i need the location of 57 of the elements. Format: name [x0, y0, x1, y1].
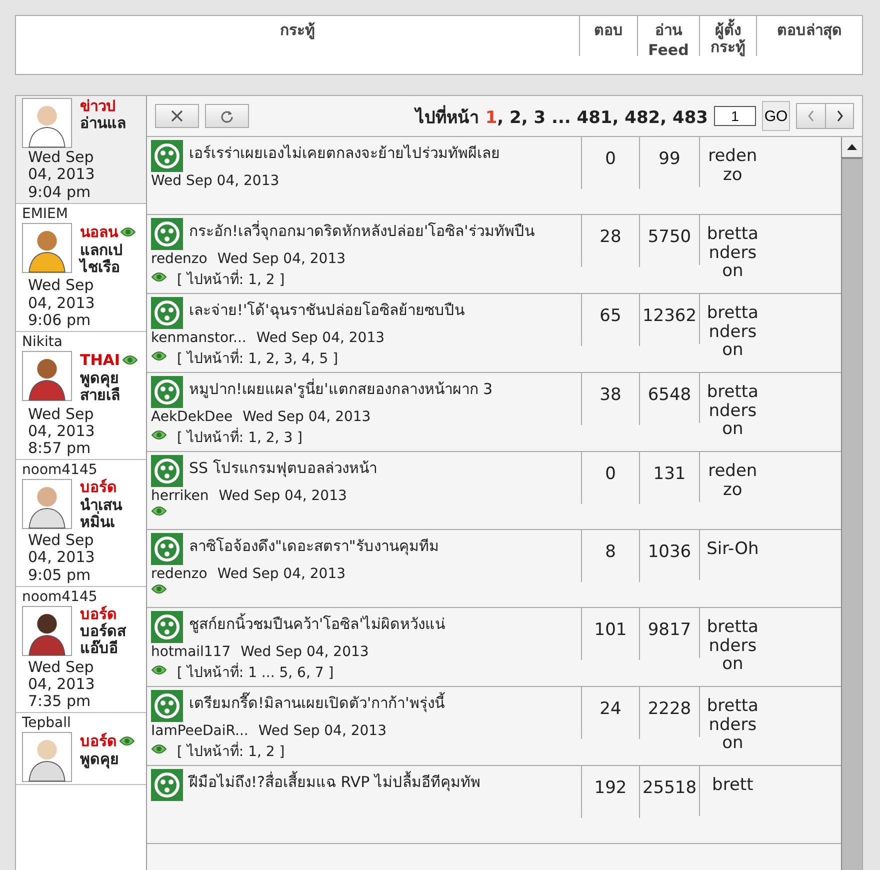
username: noom4145	[22, 588, 98, 606]
reply-count: 101	[581, 608, 639, 660]
read-count: 5750	[639, 215, 699, 267]
topic-date: Wed Sep 04, 2013	[217, 566, 346, 582]
forum-description: แลกเป	[80, 242, 124, 259]
topic-author: redenzo	[151, 251, 208, 267]
topic-author: herriken	[151, 488, 209, 504]
topic-author: kenmanstor...	[151, 330, 246, 346]
username: Tepball	[22, 715, 71, 732]
topic-author: IamPeeDaiR...	[151, 723, 248, 739]
forum-description: พูดคุย	[80, 370, 119, 388]
reply-count: 0	[581, 452, 639, 504]
read-count: 9817	[639, 608, 699, 660]
read-count: 99	[639, 137, 699, 189]
topic-date: Wed Sep 04, 2013	[240, 644, 369, 660]
forum-description: บอร์ดส	[80, 623, 126, 640]
post-date: Wed Sep 04, 2013 8:57 pm	[28, 406, 95, 458]
reply-count: 8	[581, 530, 639, 582]
post-date: Wed Sep 04, 2013 9:04 pm	[28, 149, 95, 201]
column-header: ตอบล่าสุด	[777, 22, 842, 40]
forum-description: ไชเรือ	[80, 259, 121, 276]
forum-description: แอ๊บอี	[80, 640, 119, 658]
forum-description: สายเลื	[80, 387, 121, 404]
post-date: Wed Sep 04, 2013 9:06 pm	[28, 277, 95, 329]
reply-count: 24	[581, 687, 639, 739]
topic-date: Wed Sep 04, 2013	[256, 330, 385, 346]
forum-description: หมิ่นเ	[80, 514, 116, 531]
username: Nikita	[22, 334, 62, 351]
reply-count: 65	[581, 294, 639, 346]
reply-count: 0	[581, 137, 639, 189]
reply-count: 38	[581, 373, 639, 425]
forum-description: พูดคุย	[80, 751, 120, 768]
pager-label: ไปที่หน้า	[415, 102, 486, 130]
topic-date: Wed Sep 04, 2013	[242, 409, 371, 425]
read-count: 12362	[639, 294, 699, 346]
topic-date: Wed Sep 04, 2013	[258, 723, 386, 739]
read-count: 2228	[639, 687, 699, 739]
topic-author: hotmail117	[151, 644, 231, 660]
read-count: 131	[639, 452, 699, 504]
read-count: 6548	[639, 373, 699, 425]
read-count: 25518	[639, 766, 699, 818]
forum-description: อ่านแล	[80, 115, 126, 132]
post-date: Wed Sep 04, 2013 7:35 pm	[28, 658, 95, 710]
column-header: อ่าน	[655, 22, 682, 40]
username: EMIEM	[22, 206, 68, 223]
column-header: ตอบ	[594, 22, 623, 40]
topic-date: Wed Sep 04, 2013	[218, 488, 347, 504]
reply-count: 192	[581, 766, 639, 818]
topic-author: redenzo	[151, 566, 208, 582]
topic-date: Wed Sep 04, 2013	[151, 173, 280, 189]
read-count: 1036	[639, 530, 699, 582]
username: noom4145	[22, 462, 98, 478]
topic-author: AekDekDee	[151, 409, 233, 425]
column-header: กระทู้	[280, 22, 315, 40]
topic-date: Wed Sep 04, 2013	[217, 251, 346, 267]
post-date: Wed Sep 04, 2013 9:05 pm	[28, 532, 95, 584]
reply-count: 28	[581, 215, 639, 267]
